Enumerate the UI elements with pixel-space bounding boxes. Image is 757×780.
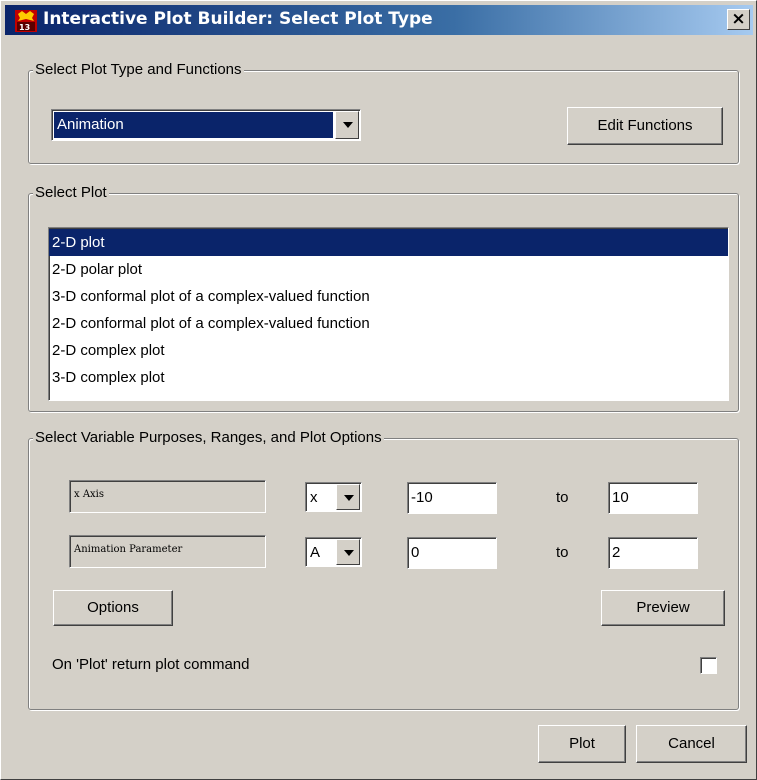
- variable-select[interactable]: x: [305, 482, 362, 512]
- return-command-checkbox[interactable]: [700, 657, 717, 674]
- chevron-down-icon[interactable]: [335, 111, 359, 139]
- variables-group-legend: Select Variable Purposes, Ranges, and Pl…: [33, 429, 384, 446]
- title-bar[interactable]: 13 Interactive Plot Builder: Select Plot…: [5, 5, 753, 35]
- variable-purpose-label: x Axis: [69, 480, 266, 513]
- close-button[interactable]: ×: [727, 9, 750, 30]
- chevron-down-icon[interactable]: [336, 484, 360, 510]
- cancel-button[interactable]: Cancel: [636, 725, 747, 763]
- variable-purpose-label: Animation Parameter: [69, 535, 266, 568]
- edit-functions-button[interactable]: Edit Functions: [567, 107, 723, 145]
- plot-type-value: Animation: [57, 116, 124, 133]
- chevron-down-icon[interactable]: [336, 539, 360, 565]
- maple-app-icon: 13: [15, 10, 37, 32]
- range-from-input[interactable]: -10: [407, 482, 497, 514]
- plot-list-item[interactable]: 2-D complex plot: [49, 337, 728, 364]
- plot-type-group-legend: Select Plot Type and Functions: [33, 61, 244, 78]
- plot-listbox[interactable]: 2-D plot 2-D polar plot 3-D conformal plot…: [48, 227, 729, 401]
- preview-button[interactable]: Preview: [601, 590, 725, 626]
- options-button[interactable]: Options: [53, 590, 173, 626]
- variable-select-value: A: [310, 544, 321, 561]
- range-to-input[interactable]: 10: [608, 482, 698, 514]
- select-plot-group-legend: Select Plot: [33, 184, 109, 201]
- plot-list-item[interactable]: 3-D complex plot: [49, 364, 728, 391]
- plot-list-item[interactable]: 2-D conformal plot of a complex-valued f…: [49, 310, 728, 337]
- range-to-label: to: [556, 544, 569, 561]
- plot-type-select[interactable]: Animation: [51, 109, 361, 141]
- plot-list-item[interactable]: 3-D conformal plot of a complex-valued f…: [49, 283, 728, 310]
- range-to-label: to: [556, 489, 569, 506]
- plot-button[interactable]: Plot: [538, 725, 626, 763]
- variable-select[interactable]: A: [305, 537, 362, 567]
- plot-list-item[interactable]: 2-D plot: [49, 229, 728, 256]
- svg-text:13: 13: [19, 23, 30, 32]
- plot-list-item[interactable]: 2-D polar plot: [49, 256, 728, 283]
- return-command-label: On 'Plot' return plot command: [52, 656, 250, 673]
- range-to-input[interactable]: 2: [608, 537, 698, 569]
- range-from-input[interactable]: 0: [407, 537, 497, 569]
- variable-select-value: x: [310, 489, 318, 506]
- plot-builder-dialog: 13 Interactive Plot Builder: Select Plot…: [0, 0, 757, 780]
- dialog-title: Interactive Plot Builder: Select Plot Ty…: [43, 9, 433, 29]
